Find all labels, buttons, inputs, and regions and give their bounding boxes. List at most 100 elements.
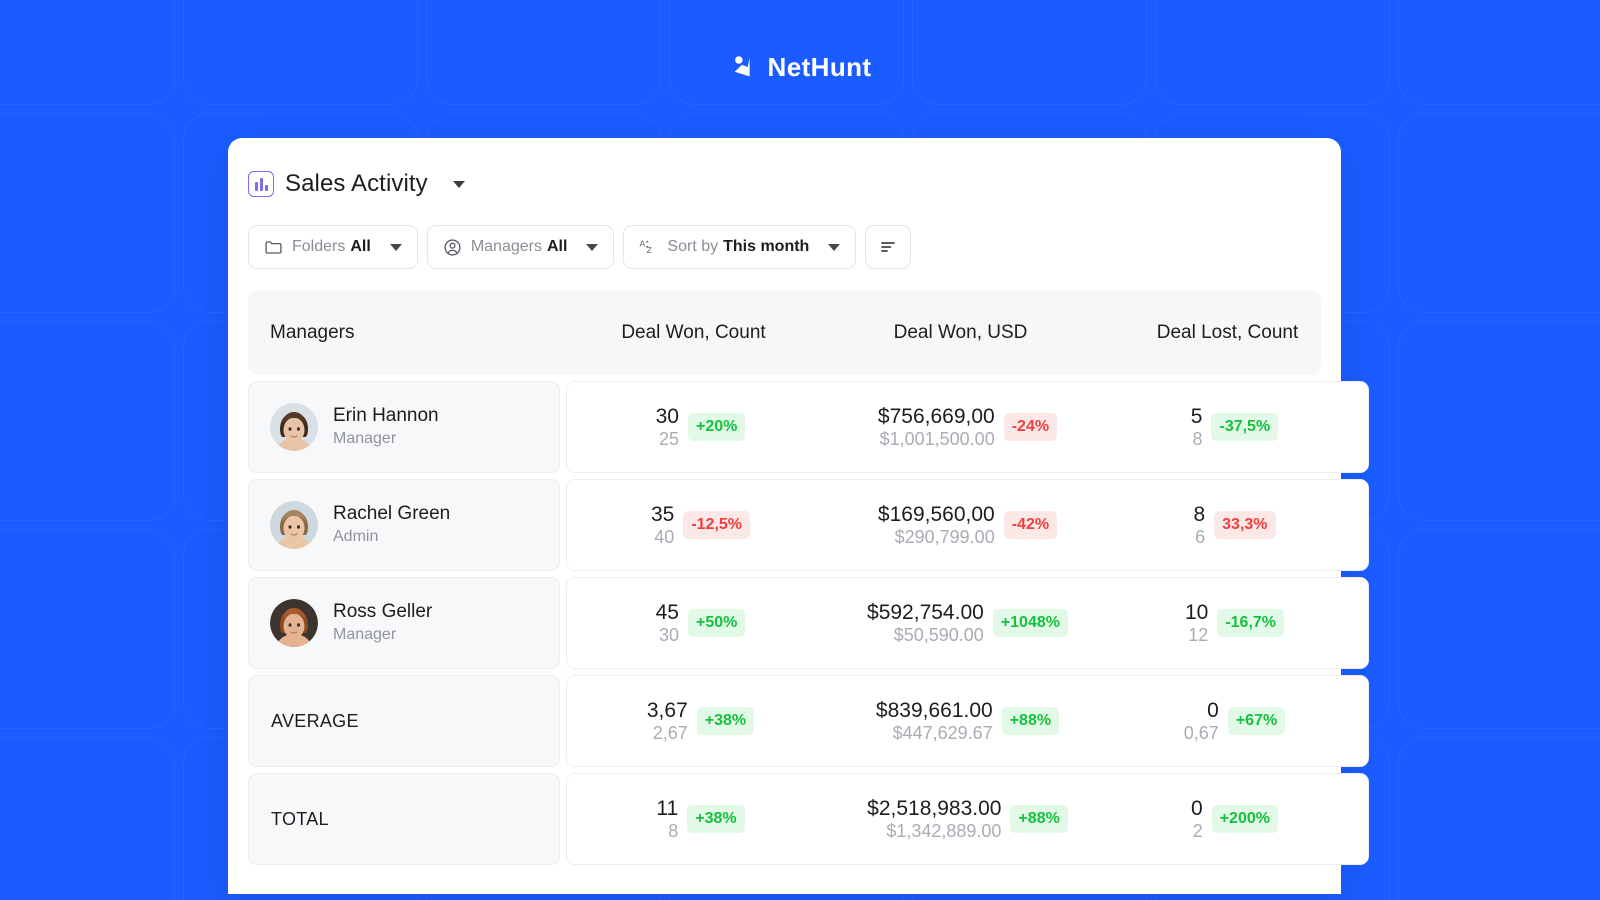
metric-previous: $447,629.67 [876,723,993,744]
metrics-cell: 3025+20%$756,669,00$1,001,500.00-24%58-3… [566,381,1369,473]
column-header-managers: Managers [248,322,560,344]
filter-folders[interactable]: Folders All [248,225,418,269]
nethunt-wordmark: NetHunt [768,54,872,80]
metric-previous: 25 [656,429,679,450]
chevron-down-icon[interactable] [453,181,465,188]
metric: $169,560,00$290,799.00 -42% [834,503,1101,548]
metric-current: 45 [656,601,679,625]
table-header-row: Managers Deal Won, Count Deal Won, USD D… [248,291,1321,375]
metric-previous: 30 [656,625,679,646]
avatar-ross-geller [270,599,318,647]
manager-cell[interactable]: Ross Geller Manager [248,577,560,669]
manager-name: Ross Geller [333,601,432,622]
metric-values: 00,67 [1184,699,1219,744]
metrics-cell: 4530+50%$592,754.00$50,590.00+1048%1012-… [566,577,1369,669]
metric: 02+200% [1101,797,1368,842]
metric: $2,518,983.00$1,342,889.00 +88% [834,797,1101,842]
filter-managers[interactable]: Managers All [427,225,615,269]
manager-role: Manager [333,626,396,643]
metric-values: $839,661.00$447,629.67 [876,699,993,744]
manager-cell[interactable]: Erin Hannon Manager [248,381,560,473]
aggregate-cell: TOTAL [248,773,560,865]
metric-current: $839,661.00 [876,699,993,723]
metric-values: 86 [1193,503,1205,548]
column-header-deal-won-count: Deal Won, Count [560,322,827,344]
metric-current: 5 [1191,405,1203,429]
bar-chart-icon [248,171,274,197]
table-row[interactable]: TOTAL 118 +38% $2,518,983.00$1,342,889.00 +8… [248,773,1321,865]
chevron-down-icon [586,244,598,251]
manager-name: Rachel Green [333,503,450,524]
nethunt-logo: NetHunt [0,52,1600,82]
filter-sort-by[interactable]: A Z Sort by This month [623,225,856,269]
manager-role: Admin [333,528,378,545]
metric-delta-badge: +88% [1010,805,1067,833]
metric-delta-badge: -42% [1004,511,1057,539]
metric-previous: 8 [1191,429,1203,450]
metric-previous: 8 [656,821,678,842]
metric-values: 1012 [1185,601,1208,646]
filter-folders-label: Folders [292,238,345,256]
table-row[interactable]: AVERAGE3,672,67+38%$839,661.00$447,629.6… [248,675,1321,767]
metric: $756,669,00$1,001,500.00-24% [834,405,1101,450]
filter-sort-by-label: Sort by [667,238,718,256]
aggregate-label: TOTAL [271,809,329,830]
metric-current: $2,518,983.00 [867,797,1001,821]
metric-current: 3,67 [647,699,688,723]
metric-current: 8 [1193,503,1205,527]
metric: 3,672,67+38% [567,699,834,744]
logo-hunt: Hunt [811,52,872,82]
column-header-deal-lost-count: Deal Lost, Count [1094,322,1361,344]
metric: 00,67 +67% [1101,699,1368,744]
metrics-cell: 3540-12,5%$169,560,00$290,799.00-42%8633… [566,479,1369,571]
metric-previous: $1,001,500.00 [878,429,995,450]
metric-current: 0 [1191,797,1203,821]
filter-bar: Folders All Managers All A Z Sort by Thi… [248,225,1321,269]
metric-previous: 0,67 [1184,723,1219,744]
column-header-deal-won-usd: Deal Won, USD [827,322,1094,344]
sort-descending-icon [878,237,898,257]
metric-delta-badge: +38% [687,805,744,833]
sort-alpha-icon: A Z [639,238,658,257]
metric-values: $2,518,983.00$1,342,889.00 [867,797,1001,842]
metric-delta-badge: +20% [688,413,745,441]
sort-order-button[interactable] [865,225,911,269]
filter-sort-by-value: This month [723,238,809,256]
table-row[interactable]: Erin Hannon Manager 3025 +20% $756,669,00$1,… [248,381,1321,473]
logo-net: Net [768,52,811,82]
metric-delta-badge: 33,3% [1214,511,1275,539]
filter-managers-value: All [547,238,567,256]
metric: 1012 -16,7% [1101,601,1368,646]
table-row[interactable]: Ross GellerManager4530+50%$592,754.00$50… [248,577,1321,669]
metric: 118 +38% [567,797,834,842]
metric-previous: 2 [1191,821,1203,842]
metric-current: $592,754.00 [867,601,984,625]
person-circle-icon [443,238,462,257]
nethunt-logo-icon [729,52,759,82]
manager-cell[interactable]: Rachel Green Admin [248,479,560,571]
metric-current: $756,669,00 [878,405,995,429]
metric-previous: 2,67 [647,723,688,744]
metric-delta-badge: +67% [1228,707,1285,735]
metric-values: 3,672,67 [647,699,688,744]
metric-values: 4530 [656,601,679,646]
metric-previous: 40 [651,527,674,548]
avatar-erin-hannon [270,403,318,451]
metric-current: 11 [656,797,678,821]
metric-current: 35 [651,503,674,527]
report-card: Sales Activity Folders All Managers All [228,138,1341,894]
table-body: Erin HannonManager3025+20%$756,669,00$1,… [248,381,1321,865]
svg-text:A: A [640,238,646,248]
manager-name: Erin Hannon [333,405,439,426]
manager-role: Manager [333,430,396,447]
filter-managers-label: Managers [471,238,542,256]
metric: 3025 +20% [567,405,834,450]
metric-delta-badge: -16,7% [1217,609,1284,637]
metric-delta-badge: +88% [1002,707,1059,735]
metric-values: $169,560,00$290,799.00 [878,503,995,548]
metric: 86 33,3% [1101,503,1368,548]
metric-values: 3025 [656,405,679,450]
metric-current: $169,560,00 [878,503,995,527]
metric-previous: $290,799.00 [878,527,995,548]
table-row[interactable]: Rachel GreenAdmin3540-12,5%$169,560,00$2… [248,479,1321,571]
